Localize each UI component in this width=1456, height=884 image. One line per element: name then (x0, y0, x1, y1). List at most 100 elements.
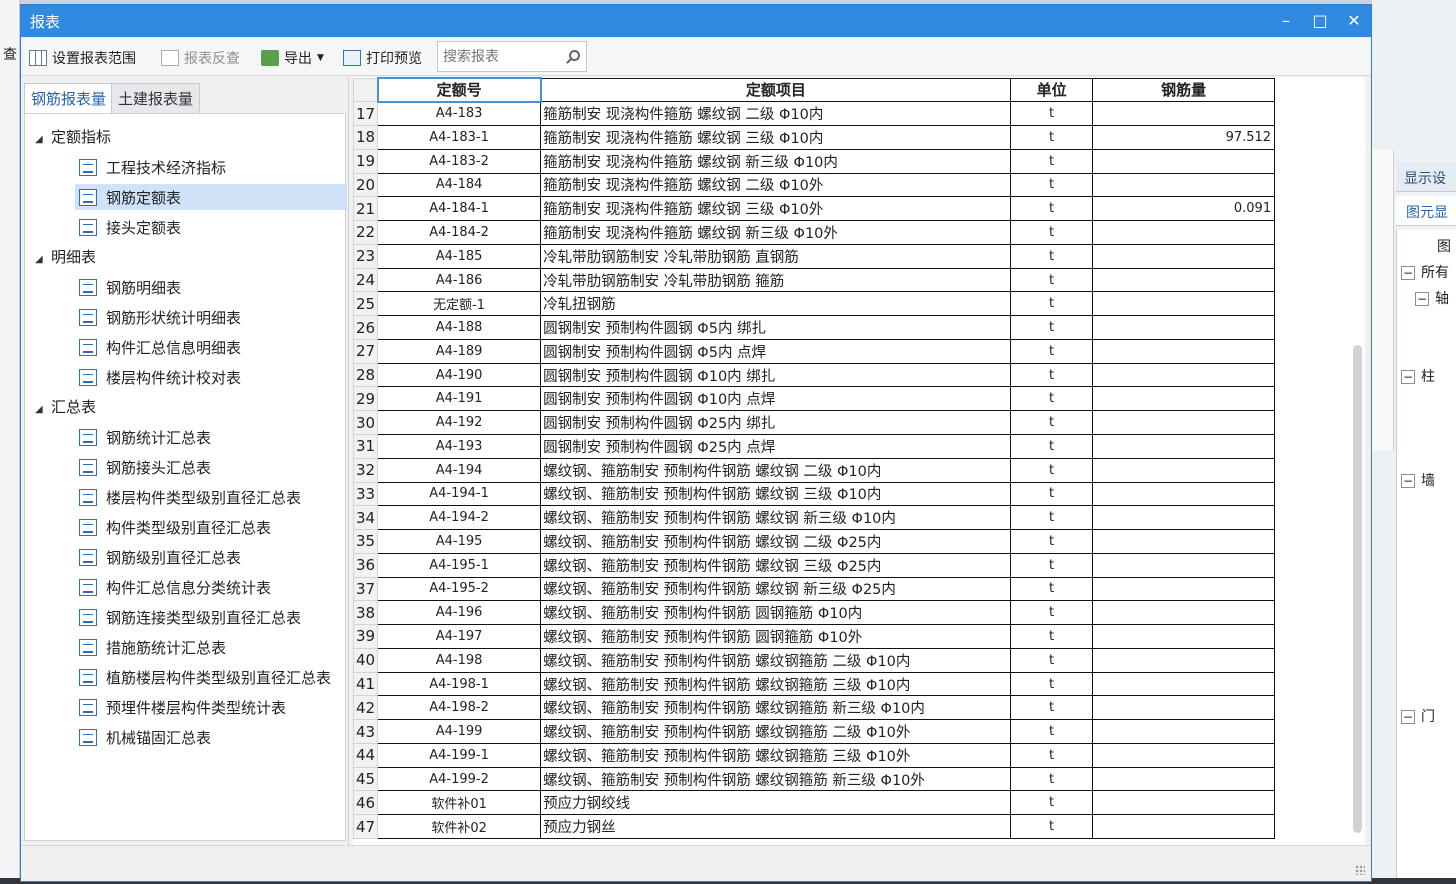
tree-item[interactable]: 植筋楼层构件类型级别直径汇总表 (79, 664, 337, 690)
unit-cell[interactable]: t (1010, 790, 1094, 816)
quota-code-cell[interactable]: A4-198-2 (377, 695, 542, 721)
row-number[interactable]: 31 (352, 433, 379, 459)
rebar-amount-cell[interactable] (1092, 719, 1276, 744)
row-number[interactable]: 25 (352, 291, 379, 317)
tree-item[interactable]: 构件类型级别直径汇总表 (79, 514, 277, 540)
unit-cell[interactable]: t (1010, 647, 1094, 673)
quota-item-cell[interactable]: 箍筋制安 现浇构件箍筋 螺纹钢 二级 Φ10内 (540, 101, 1012, 127)
unit-cell[interactable]: t (1010, 576, 1094, 602)
table-row[interactable]: 24 A4-186 冷轧带肋钢筋制安 冷轧带肋钢筋 箍筋 t (352, 267, 1276, 293)
row-number[interactable]: 33 (352, 481, 379, 507)
unit-cell[interactable]: t (1010, 742, 1094, 768)
quota-code-cell[interactable]: A4-194 (377, 457, 542, 483)
table-row[interactable]: 33 A4-194-1 螺纹钢、箍筋制安 预制构件钢筋 螺纹钢 三级 Φ10内 t (352, 481, 1276, 507)
quota-item-cell[interactable]: 螺纹钢、箍筋制安 预制构件钢筋 螺纹钢 二级 Φ10内 (540, 457, 1012, 483)
row-number[interactable]: 44 (352, 742, 379, 768)
export-button[interactable]: 导出 ▼ (261, 46, 324, 70)
table-row[interactable]: 47 软件补02 预应力钢丝 t (352, 814, 1276, 839)
table-row[interactable]: 28 A4-190 圆钢制安 预制构件圆钢 Φ10内 绑扎 t (352, 362, 1276, 388)
table-row[interactable]: 23 A4-185 冷轧带肋钢筋制安 冷轧带肋钢筋 直钢筋 t (352, 243, 1276, 269)
unit-cell[interactable]: t (1010, 315, 1094, 340)
rebar-amount-cell[interactable] (1092, 814, 1276, 839)
table-row[interactable]: 36 A4-195-1 螺纹钢、箍筋制安 预制构件钢筋 螺纹钢 三级 Φ25内 t (352, 552, 1276, 578)
table-row[interactable]: 34 A4-194-2 螺纹钢、箍筋制安 预制构件钢筋 螺纹钢 新三级 Φ10内 t (352, 505, 1276, 531)
tree-item[interactable]: 楼层构件统计校对表 (79, 364, 247, 390)
quota-item-cell[interactable]: 螺纹钢、箍筋制安 预制构件钢筋 螺纹钢 新三级 Φ10内 (540, 505, 1012, 531)
table-row[interactable]: 31 A4-193 圆钢制安 预制构件圆钢 Φ25内 点焊 t (352, 433, 1276, 459)
quota-code-cell[interactable]: 无定额-1 (377, 291, 542, 317)
row-number[interactable]: 18 (352, 125, 379, 150)
unit-cell[interactable]: t (1010, 410, 1094, 435)
rebar-amount-cell[interactable] (1092, 624, 1276, 649)
row-number[interactable]: 27 (352, 338, 379, 364)
tree-item[interactable]: 钢筋明细表 (79, 274, 187, 300)
tree-group-summary[interactable]: ◢ 汇总表 (35, 394, 96, 420)
quota-item-cell[interactable]: 冷轧带肋钢筋制安 冷轧带肋钢筋 直钢筋 (540, 243, 1012, 269)
quota-code-cell[interactable]: A4-194-1 (377, 481, 542, 507)
quota-code-cell[interactable]: 软件补01 (377, 790, 542, 816)
quota-code-cell[interactable]: A4-191 (377, 386, 542, 412)
search-icon[interactable] (569, 50, 580, 61)
table-row[interactable]: 19 A4-183-2 箍筋制安 现浇构件箍筋 螺纹钢 新三级 Φ10内 t (352, 148, 1276, 174)
unit-cell[interactable]: t (1010, 552, 1094, 578)
quota-item-cell[interactable]: 冷轧带肋钢筋制安 冷轧带肋钢筋 箍筋 (540, 267, 1012, 293)
rebar-amount-cell[interactable] (1092, 790, 1276, 816)
row-number[interactable]: 17 (352, 101, 379, 127)
row-number[interactable]: 23 (352, 243, 379, 269)
tree-item[interactable]: 工程技术经济指标 (79, 154, 232, 180)
row-number[interactable]: 28 (352, 362, 379, 388)
search-input[interactable] (438, 42, 558, 71)
quota-item-cell[interactable]: 螺纹钢、箍筋制安 预制构件钢筋 螺纹钢箍筋 三级 Φ10外 (540, 742, 1012, 768)
row-number[interactable]: 45 (352, 766, 379, 792)
quota-code-cell[interactable]: A4-184 (377, 172, 542, 198)
quota-code-cell[interactable]: A4-199-1 (377, 742, 542, 768)
table-row[interactable]: 27 A4-189 圆钢制安 预制构件圆钢 Φ5内 点焊 t (352, 338, 1276, 364)
tree-item[interactable]: 措施筋统计汇总表 (79, 634, 232, 660)
unit-cell[interactable]: t (1010, 529, 1094, 554)
rebar-amount-cell[interactable] (1092, 529, 1276, 554)
unit-cell[interactable]: t (1010, 671, 1094, 697)
row-number[interactable]: 38 (352, 600, 379, 626)
unit-cell[interactable]: t (1010, 243, 1094, 269)
maximize-button[interactable]: □ (1305, 8, 1335, 34)
table-vertical-scrollbar[interactable] (1353, 345, 1362, 833)
quota-item-cell[interactable]: 箍筋制安 现浇构件箍筋 螺纹钢 三级 Φ10内 (540, 125, 1012, 150)
table-row[interactable]: 46 软件补01 预应力钢绞线 t (352, 790, 1276, 816)
quota-code-cell[interactable]: A4-195 (377, 529, 542, 554)
tree-item[interactable]: 楼层构件类型级别直径汇总表 (79, 484, 307, 510)
rebar-amount-cell[interactable] (1092, 267, 1276, 293)
quota-item-cell[interactable]: 螺纹钢、箍筋制安 预制构件钢筋 圆钢箍筋 Φ10外 (540, 624, 1012, 649)
row-number[interactable]: 36 (352, 552, 379, 578)
unit-cell[interactable]: t (1010, 695, 1094, 721)
row-number[interactable]: 42 (352, 695, 379, 721)
quota-code-cell[interactable]: A4-198-1 (377, 671, 542, 697)
quota-item-cell[interactable]: 箍筋制安 现浇构件箍筋 螺纹钢 二级 Φ10外 (540, 172, 1012, 198)
row-number[interactable]: 26 (352, 315, 379, 340)
row-number[interactable]: 47 (352, 814, 379, 839)
collapse-caret-icon[interactable]: ◢ (35, 127, 51, 153)
rebar-amount-cell[interactable] (1092, 742, 1276, 768)
tab-rebar-reports[interactable]: 钢筋报表量 (24, 83, 114, 114)
reverse-check-button[interactable]: 报表反查 (161, 46, 240, 70)
quota-item-cell[interactable]: 箍筋制安 现浇构件箍筋 螺纹钢 新三级 Φ10外 (540, 220, 1012, 245)
row-number[interactable]: 46 (352, 790, 379, 816)
unit-cell[interactable]: t (1010, 719, 1094, 744)
unit-cell[interactable]: t (1010, 433, 1094, 459)
table-row[interactable]: 35 A4-195 螺纹钢、箍筋制安 预制构件钢筋 螺纹钢 二级 Φ25内 t (352, 529, 1276, 554)
rebar-amount-cell[interactable] (1092, 600, 1276, 626)
row-number[interactable]: 37 (352, 576, 379, 602)
tree-item-selected[interactable]: 钢筋定额表 (75, 184, 347, 210)
row-number[interactable]: 41 (352, 671, 379, 697)
rebar-amount-cell[interactable] (1092, 552, 1276, 578)
rebar-amount-cell[interactable] (1092, 576, 1276, 602)
resize-grip-icon[interactable] (1355, 865, 1365, 875)
quota-code-cell[interactable]: A4-186 (377, 267, 542, 293)
quota-code-cell[interactable]: A4-195-1 (377, 552, 542, 578)
rebar-amount-cell[interactable] (1092, 410, 1276, 435)
rebar-amount-cell[interactable] (1092, 172, 1276, 198)
row-number[interactable]: 40 (352, 647, 379, 673)
unit-cell[interactable]: t (1010, 600, 1094, 626)
row-number[interactable]: 24 (352, 267, 379, 293)
minimize-button[interactable]: – (1271, 8, 1301, 34)
table-row[interactable]: 42 A4-198-2 螺纹钢、箍筋制安 预制构件钢筋 螺纹钢箍筋 新三级 Φ10内… (352, 695, 1276, 721)
